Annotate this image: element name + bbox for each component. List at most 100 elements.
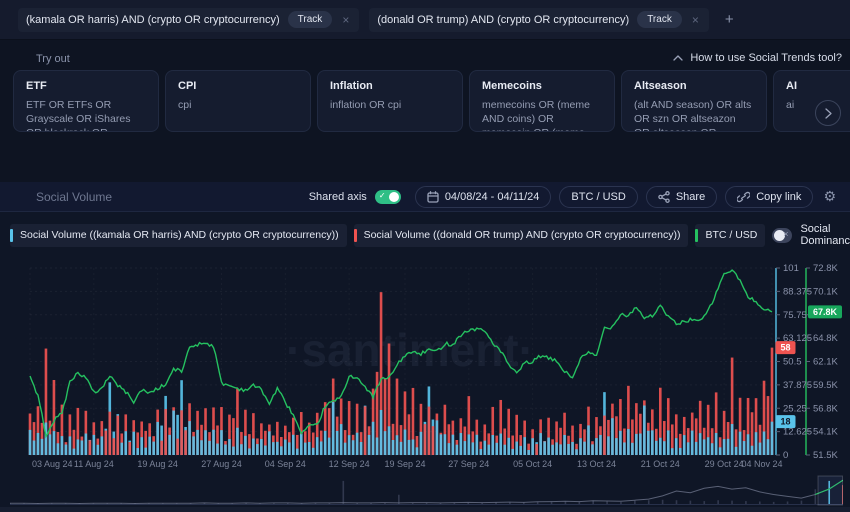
card-title: AI bbox=[786, 80, 850, 92]
check-icon: ✓ bbox=[379, 191, 386, 200]
legend-item[interactable]: Social Volume ((kamala OR harris) AND (c… bbox=[10, 224, 347, 247]
calendar-icon bbox=[427, 191, 439, 203]
help-link[interactable]: How to use Social Trends tool? bbox=[673, 52, 842, 64]
x-axis-tick: 21 Oct 24 bbox=[641, 459, 680, 469]
card-query: cpi bbox=[178, 98, 298, 112]
legend-label: Social Volume ((kamala OR harris) AND (c… bbox=[20, 229, 339, 241]
social-trends-page: (kamala OR harris) AND (crypto OR crypto… bbox=[0, 0, 850, 512]
x-axis-tick: 05 Oct 24 bbox=[513, 459, 552, 469]
x-axis-tick: 29 Oct 24 bbox=[705, 459, 744, 469]
x-axis-tick: 27 Aug 24 bbox=[201, 459, 242, 469]
shared-axis-toggle[interactable]: ✓ bbox=[375, 190, 401, 204]
copy-link-button[interactable]: Copy link bbox=[725, 186, 813, 208]
query-text: (donald OR trump) AND (crypto OR cryptoc… bbox=[377, 14, 629, 26]
bottom-strip bbox=[0, 507, 850, 512]
card-query: (alt AND season) OR alts OR szn OR altse… bbox=[634, 98, 754, 132]
social-axis-tick: 101 bbox=[783, 263, 799, 274]
x-icon: × bbox=[783, 229, 788, 239]
legend-item[interactable]: BTC / USD bbox=[695, 224, 765, 247]
track-button[interactable]: Track bbox=[288, 11, 333, 28]
social-current-badge: 58 bbox=[780, 343, 790, 353]
panel-header: Social Volume Shared axis ✓ 04/08/24 - 0… bbox=[0, 182, 850, 212]
x-axis-tick: 04 Nov 24 bbox=[741, 459, 782, 469]
tryout-card-inflation[interactable]: Inflation inflation OR cpi bbox=[317, 70, 463, 132]
legend-item[interactable]: Social Volume ((donald OR trump) AND (cr… bbox=[354, 224, 689, 247]
price-axis-tick: 70.1K bbox=[813, 286, 838, 297]
price-axis-tick: 51.5K bbox=[813, 450, 838, 461]
navigator-selection-window[interactable] bbox=[818, 476, 842, 505]
price-current-badge: 67.8K bbox=[813, 307, 838, 317]
x-axis-tick: 03 Aug 24 bbox=[32, 459, 73, 469]
tryout-card-memecoins[interactable]: Memecoins memecoins OR (meme AND coins) O… bbox=[469, 70, 615, 132]
card-title: Altseason bbox=[634, 80, 754, 92]
date-range-button[interactable]: 04/08/24 - 04/11/24 bbox=[415, 186, 552, 208]
social-current-badge: 18 bbox=[780, 417, 790, 427]
legend-color-bar bbox=[695, 229, 698, 242]
card-title: Memecoins bbox=[482, 80, 602, 92]
tryout-section: Try out How to use Social Trends tool? E… bbox=[0, 40, 850, 182]
social-axis-tick: 25.25 bbox=[783, 403, 807, 414]
panel-title: Social Volume bbox=[36, 190, 112, 204]
copy-link-label: Copy link bbox=[756, 191, 801, 203]
query-chip[interactable]: (kamala OR harris) AND (crypto OR crypto… bbox=[18, 8, 359, 32]
price-axis-tick: 62.1K bbox=[813, 357, 838, 368]
tryout-card-ai[interactable]: AIai bbox=[773, 70, 850, 132]
price-axis-tick: 72.8K bbox=[813, 263, 838, 274]
price-axis-tick: 56.8K bbox=[813, 403, 838, 414]
carousel-next-button[interactable] bbox=[815, 100, 841, 126]
social-axis-tick: 50.5 bbox=[783, 357, 802, 368]
watermark: ·santiment· bbox=[286, 324, 534, 376]
social-volume-chart[interactable]: ·santiment·10188.37575.7563.12550.537.87… bbox=[0, 254, 850, 475]
query-text: (kamala OR harris) AND (crypto OR crypto… bbox=[26, 14, 280, 26]
x-axis-tick: 11 Aug 24 bbox=[74, 459, 114, 469]
social-dominance-label: Social Dominance bbox=[800, 223, 850, 247]
query-chip[interactable]: (donald OR trump) AND (crypto OR cryptoc… bbox=[369, 8, 709, 32]
x-axis-tick: 04 Sep 24 bbox=[265, 459, 306, 469]
price-axis-tick: 54.1K bbox=[813, 427, 838, 438]
help-link-label: How to use Social Trends tool? bbox=[690, 52, 842, 64]
navigator-history-line bbox=[10, 480, 843, 503]
chevron-up-icon bbox=[673, 55, 683, 61]
x-axis-tick: 27 Sep 24 bbox=[448, 459, 489, 469]
x-axis-tick: 13 Oct 24 bbox=[577, 459, 616, 469]
legend-color-bar bbox=[10, 229, 13, 242]
social-axis-tick: 0 bbox=[783, 450, 788, 461]
x-axis-tick: 19 Sep 24 bbox=[384, 459, 425, 469]
social-volume-panel: Social Volume Shared axis ✓ 04/08/24 - 0… bbox=[0, 182, 850, 512]
social-axis-tick: 75.75 bbox=[783, 310, 807, 321]
track-button[interactable]: Track bbox=[637, 11, 682, 28]
timeline-navigator[interactable] bbox=[10, 475, 843, 507]
price-axis-tick: 59.5K bbox=[813, 380, 838, 391]
close-icon[interactable]: × bbox=[690, 13, 701, 27]
price-axis-tick: 64.8K bbox=[813, 333, 838, 344]
tryout-label: Try out bbox=[36, 53, 70, 65]
card-title: CPI bbox=[178, 80, 298, 92]
tryout-cards-row: ETFETF OR ETFs OR Grayscale OR iShares O… bbox=[13, 70, 850, 134]
tryout-card-etf[interactable]: ETFETF OR ETFs OR Grayscale OR iShares O… bbox=[13, 70, 159, 132]
asset-pair-button[interactable]: BTC / USD bbox=[559, 186, 637, 208]
shared-axis-label: Shared axis bbox=[309, 191, 367, 203]
gear-icon[interactable]: ⚙ bbox=[821, 189, 838, 205]
close-icon[interactable]: × bbox=[340, 13, 351, 27]
date-range-value: 04/08/24 - 04/11/24 bbox=[445, 191, 540, 203]
card-query: memecoins OR (meme AND coins) OR memecoi… bbox=[482, 98, 602, 132]
legend-label: Social Volume ((donald OR trump) AND (cr… bbox=[364, 229, 681, 241]
tryout-card-cpi[interactable]: CPI cpi bbox=[165, 70, 311, 132]
share-button[interactable]: Share bbox=[646, 186, 717, 208]
card-query: inflation OR cpi bbox=[330, 98, 450, 112]
share-label: Share bbox=[676, 191, 705, 203]
legend-label: BTC / USD bbox=[705, 229, 757, 241]
social-dominance-toggle[interactable]: × bbox=[772, 228, 792, 243]
share-icon bbox=[658, 191, 670, 203]
query-tags-bar: (kamala OR harris) AND (crypto OR crypto… bbox=[0, 0, 850, 40]
card-query: ETF OR ETFs OR Grayscale OR iShares OR b… bbox=[26, 98, 146, 132]
chevron-right-icon bbox=[825, 108, 832, 119]
panel-controls: Shared axis ✓ 04/08/24 - 04/11/24 BTC / … bbox=[309, 186, 838, 208]
tryout-card-altseason[interactable]: Altseason (alt AND season) OR alts OR szn… bbox=[621, 70, 767, 132]
legend-color-bar bbox=[354, 229, 357, 242]
card-title: Inflation bbox=[330, 80, 450, 92]
add-query-button[interactable]: + bbox=[719, 11, 740, 28]
link-icon bbox=[737, 191, 750, 203]
social-dominance-toggle-group[interactable]: × Social Dominance bbox=[772, 223, 850, 247]
legend-row: Social Volume ((kamala OR harris) AND (c… bbox=[10, 222, 842, 248]
